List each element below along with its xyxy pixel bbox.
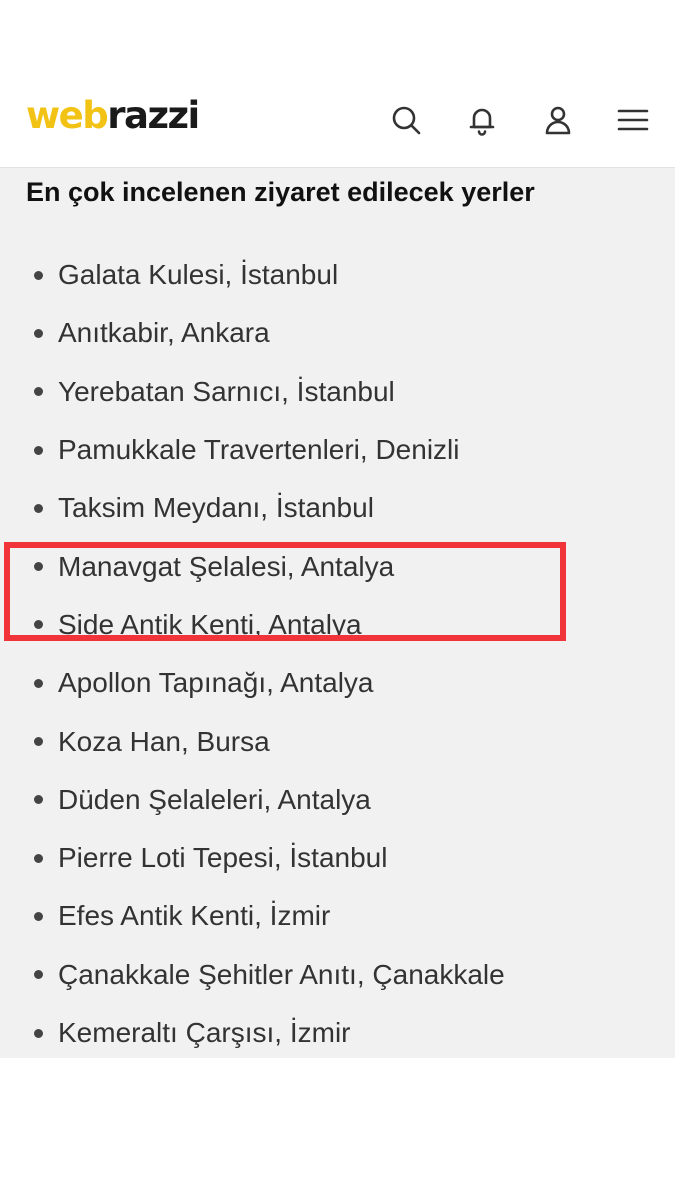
bullet-icon: [34, 387, 43, 397]
webrazzi-logo[interactable]: webrazzi: [26, 94, 200, 138]
bullet-icon: [34, 911, 43, 921]
list-item-text: Koza Han, Bursa: [58, 725, 270, 757]
list-item-text: Manavgat Şelalesi, Antalya: [58, 550, 395, 582]
bullet-icon: [34, 737, 43, 747]
article-content: En çok incelenen ziyaret edilecek yerler…: [0, 168, 675, 1058]
bullet-icon: [34, 620, 43, 630]
section-title: En çok incelenen ziyaret edilecek yerler: [26, 177, 535, 207]
bullet-icon: [34, 795, 43, 805]
list-item-text: Apollon Tapınağı, Antalya: [58, 667, 374, 699]
bullet-icon: [34, 562, 43, 572]
list-item-text: Pamukkale Travertenleri, Denizli: [58, 434, 460, 466]
site-header: webrazzi: [0, 72, 675, 168]
search-icon[interactable]: [386, 100, 426, 140]
bell-icon[interactable]: [462, 100, 502, 140]
menu-icon[interactable]: [613, 100, 653, 140]
bullet-icon: [34, 678, 43, 688]
bullet-icon: [34, 503, 43, 513]
list-item-text: Kemeraltı Çarşısı, İzmir: [58, 1017, 351, 1048]
list-item-text: Galata Kulesi, İstanbul: [58, 259, 339, 291]
logo-part-web: web: [26, 94, 109, 137]
list-item-text: Efes Antik Kenti, İzmir: [58, 900, 331, 932]
list-item-text: Pierre Loti Tepesi, İstanbul: [58, 842, 388, 874]
list-item-text: Çanakkale Şehitler Anıtı, Çanakkale: [58, 958, 505, 990]
bullet-icon: [34, 328, 43, 338]
list-item-text: Side Antik Kenti, Antalya: [58, 608, 362, 640]
list-item-text: Düden Şelaleleri, Antalya: [58, 783, 371, 815]
bullet-icon: [34, 853, 43, 863]
list-item-text: Yerebatan Sarnıcı, İstanbul: [58, 375, 395, 407]
bullet-icon: [34, 970, 43, 980]
list-item-text: Taksim Meydanı, İstanbul: [58, 492, 374, 524]
bullet-icon: [34, 1028, 43, 1038]
list-item-text: Anıtkabir, Ankara: [58, 317, 270, 349]
user-icon[interactable]: [538, 100, 578, 140]
bullet-icon: [34, 445, 43, 455]
bullet-icon: [34, 270, 43, 280]
logo-part-razzi: razzi: [107, 94, 200, 137]
